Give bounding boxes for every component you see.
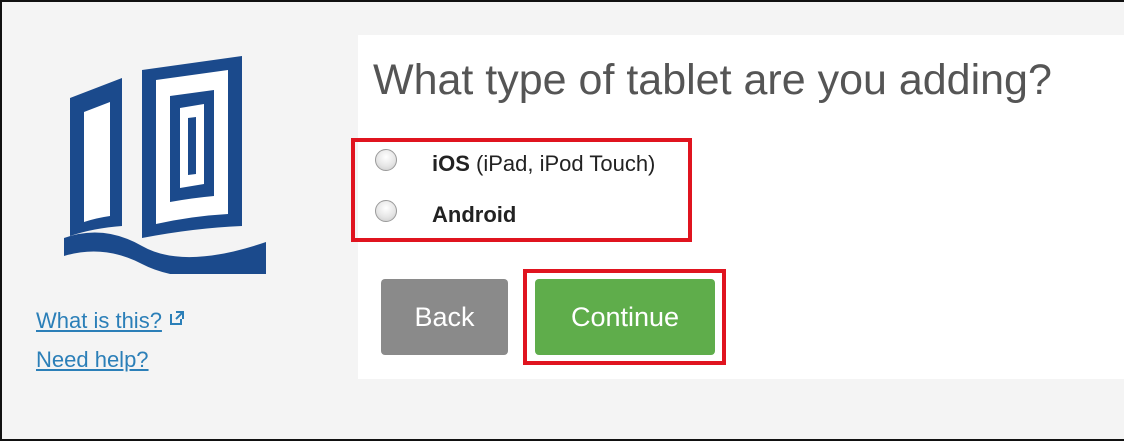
sidebar-links: What is this? Need help?	[36, 308, 186, 386]
external-link-icon	[169, 311, 184, 325]
need-help-link[interactable]: Need help?	[36, 347, 186, 373]
what-is-this-label: What is this?	[36, 308, 162, 333]
option-android[interactable]: Android	[375, 200, 517, 228]
tablet-type-options-highlight: iOS (iPad, iPod Touch) Android	[351, 138, 692, 242]
continue-button[interactable]: Continue	[535, 279, 715, 355]
continue-highlight: Continue	[523, 269, 726, 365]
book-logo-icon	[64, 56, 266, 274]
back-button[interactable]: Back	[381, 279, 508, 355]
radio-unchecked-icon[interactable]	[375, 149, 397, 171]
radio-unchecked-icon[interactable]	[375, 200, 397, 222]
option-ios[interactable]: iOS (iPad, iPod Touch)	[375, 149, 656, 177]
what-is-this-link[interactable]: What is this?	[36, 308, 186, 334]
page-title: What type of tablet are you adding?	[373, 56, 1052, 104]
option-ios-label: iOS (iPad, iPod Touch)	[432, 151, 656, 176]
option-android-label: Android	[432, 202, 517, 227]
